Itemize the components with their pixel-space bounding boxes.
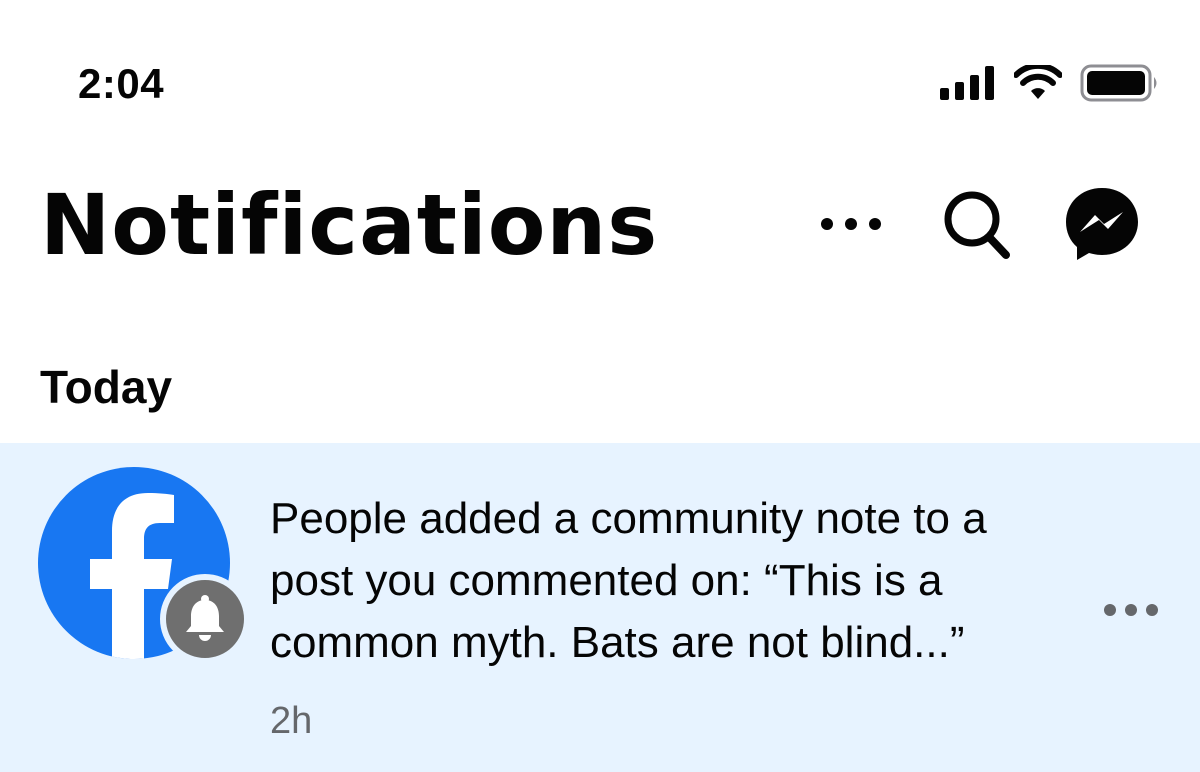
more-options-icon xyxy=(821,218,881,230)
messenger-button[interactable] xyxy=(1060,182,1144,266)
more-horizontal-icon xyxy=(1104,604,1158,616)
page-title: Notifications xyxy=(40,176,659,274)
section-heading-today: Today xyxy=(40,361,173,413)
notification-options-button[interactable] xyxy=(1096,590,1166,630)
battery-icon xyxy=(1080,64,1157,102)
status-time: 2:04 xyxy=(78,60,165,107)
notifications-screen: 2:04 Notifications Today People added a … xyxy=(0,0,1200,772)
notification-timestamp: 2h xyxy=(270,700,313,742)
wifi-icon xyxy=(1014,65,1062,99)
search-button[interactable] xyxy=(936,184,1016,264)
messenger-icon xyxy=(1066,188,1138,260)
more-options-button[interactable] xyxy=(806,184,896,264)
notification-text: People added a community note to a post … xyxy=(270,494,987,667)
cellular-signal-icon xyxy=(940,66,994,100)
status-icons xyxy=(940,64,1160,102)
status-bar: 2:04 xyxy=(0,0,1200,120)
notification-type-badge xyxy=(160,574,250,664)
bell-icon xyxy=(186,595,224,641)
search-icon xyxy=(944,191,1010,259)
header-actions xyxy=(806,182,1144,266)
